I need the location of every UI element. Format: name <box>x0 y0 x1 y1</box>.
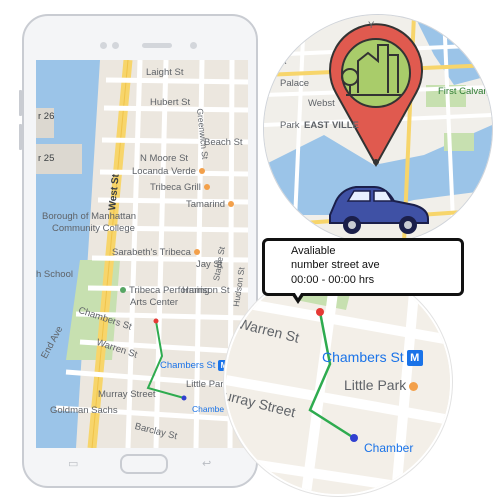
map-label: Community College <box>52 223 135 234</box>
map-label: Palace <box>280 78 310 89</box>
map-label: Webst <box>308 98 335 109</box>
map-label: Laight St <box>146 67 184 78</box>
phone-top-bezel <box>24 16 256 62</box>
info-callout: Avaliable number street ave 00:00 - 00:0… <box>262 238 464 296</box>
map-label: r 25 <box>38 153 55 164</box>
callout-line: 00:00 - 00:00 hrs <box>291 274 375 286</box>
map-label: Tamarind <box>186 200 235 210</box>
map-label: Borough of Manhattan <box>42 211 137 222</box>
map-label: Locanda Verde <box>132 167 205 177</box>
speaker-grille <box>142 43 172 48</box>
map-label: r 26 <box>38 111 55 122</box>
recent-apps-icon[interactable]: ▭ <box>68 457 78 470</box>
map-label: Tribeca Performing <box>120 286 209 296</box>
home-button[interactable] <box>120 454 168 474</box>
end-marker <box>350 434 358 442</box>
map-label: Goldman Sachs <box>50 405 118 416</box>
map-label: h School <box>36 269 73 280</box>
map-label: Park <box>280 120 300 131</box>
overview-map-circle: Palace Webst EAST VILLE Park First Calva… <box>263 14 493 244</box>
front-camera-icon <box>190 42 197 49</box>
camera-icon <box>100 42 107 49</box>
map-label: Tribeca Grill <box>150 183 210 193</box>
map-label: N Moore St <box>140 153 189 164</box>
map-label: Murray Street <box>98 389 156 400</box>
map-label: Chambers St M <box>322 350 423 367</box>
sensor-icon <box>112 42 119 49</box>
map-label: Hubert St <box>150 97 191 108</box>
phone-frame: Laight St Hubert St r 26 r 25 Greenwich … <box>22 14 258 488</box>
map-label: Beach St <box>204 137 243 148</box>
callout-line: number street ave <box>291 259 380 271</box>
back-icon[interactable]: ↩ <box>202 457 211 470</box>
volume-button <box>19 90 22 116</box>
map-label: Y <box>368 20 375 31</box>
map-label: Little Park <box>344 378 419 392</box>
start-marker <box>316 308 324 316</box>
start-marker <box>153 318 159 324</box>
phone-bottom-bezel: ▭ ↩ <box>24 444 256 486</box>
map-label: Sarabeth's Tribeca <box>112 248 200 258</box>
callout-line: Avaliable <box>291 245 336 257</box>
map-screen[interactable]: Laight St Hubert St r 26 r 25 Greenwich … <box>36 60 248 448</box>
map-label: EAST VILLE <box>304 120 359 131</box>
metro-icon: M <box>406 350 423 367</box>
map-label: Chambe <box>192 404 225 414</box>
map-label: First Calvary <box>438 86 492 97</box>
map-label: A <box>280 56 287 67</box>
map-label: Chamber <box>364 441 414 455</box>
map-label: Chambers St M <box>160 360 230 371</box>
end-marker <box>181 395 187 401</box>
volume-button <box>19 124 22 150</box>
map-label: Arts Center <box>130 297 179 308</box>
zoom-map-circle: Warren St Chambers St M Little Park urray… <box>224 268 452 496</box>
